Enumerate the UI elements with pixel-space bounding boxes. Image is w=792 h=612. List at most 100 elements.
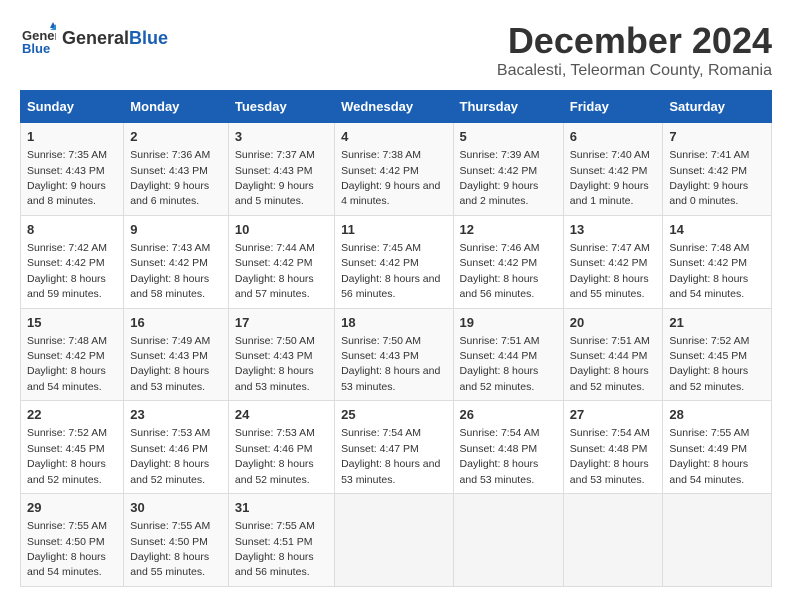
calendar-cell: 15 Sunrise: 7:48 AMSunset: 4:42 PMDayligh… bbox=[21, 308, 124, 401]
calendar-cell: 12 Sunrise: 7:46 AMSunset: 4:42 PMDayligh… bbox=[453, 215, 563, 308]
day-number: 8 bbox=[27, 221, 117, 239]
day-info: Sunrise: 7:43 AMSunset: 4:42 PMDaylight:… bbox=[130, 242, 210, 300]
day-info: Sunrise: 7:35 AMSunset: 4:43 PMDaylight:… bbox=[27, 149, 107, 207]
column-header-saturday: Saturday bbox=[663, 91, 772, 123]
day-info: Sunrise: 7:51 AMSunset: 4:44 PMDaylight:… bbox=[570, 335, 650, 393]
calendar-cell: 8 Sunrise: 7:42 AMSunset: 4:42 PMDaylight… bbox=[21, 215, 124, 308]
day-number: 2 bbox=[130, 128, 222, 146]
calendar-cell bbox=[563, 494, 663, 587]
calendar-cell: 25 Sunrise: 7:54 AMSunset: 4:47 PMDayligh… bbox=[335, 401, 453, 494]
header: General Blue General Blue December 2024 … bbox=[20, 20, 772, 80]
day-number: 20 bbox=[570, 314, 657, 332]
day-info: Sunrise: 7:46 AMSunset: 4:42 PMDaylight:… bbox=[460, 242, 540, 300]
calendar-cell: 7 Sunrise: 7:41 AMSunset: 4:42 PMDaylight… bbox=[663, 123, 772, 216]
day-number: 18 bbox=[341, 314, 446, 332]
day-info: Sunrise: 7:48 AMSunset: 4:42 PMDaylight:… bbox=[669, 242, 749, 300]
day-number: 12 bbox=[460, 221, 557, 239]
calendar-cell: 19 Sunrise: 7:51 AMSunset: 4:44 PMDayligh… bbox=[453, 308, 563, 401]
day-number: 15 bbox=[27, 314, 117, 332]
calendar-cell: 23Sunrise: 7:53 AMSunset: 4:46 PMDayligh… bbox=[124, 401, 229, 494]
calendar-cell: 4 Sunrise: 7:38 AMSunset: 4:42 PMDaylight… bbox=[335, 123, 453, 216]
day-info: Sunrise: 7:52 AMSunset: 4:45 PMDaylight:… bbox=[669, 335, 749, 393]
day-number: 7 bbox=[669, 128, 765, 146]
day-number: 5 bbox=[460, 128, 557, 146]
calendar-cell bbox=[453, 494, 563, 587]
week-row-4: 22Sunrise: 7:52 AMSunset: 4:45 PMDayligh… bbox=[21, 401, 772, 494]
calendar-cell: 24 Sunrise: 7:53 AMSunset: 4:46 PMDayligh… bbox=[228, 401, 334, 494]
day-info: Sunrise: 7:55 AMSunset: 4:50 PMDaylight:… bbox=[130, 520, 210, 578]
calendar-cell: 18Sunrise: 7:50 AMSunset: 4:43 PMDayligh… bbox=[335, 308, 453, 401]
column-header-thursday: Thursday bbox=[453, 91, 563, 123]
day-info: Sunrise: 7:47 AMSunset: 4:42 PMDaylight:… bbox=[570, 242, 650, 300]
day-info: Sunrise: 7:55 AMSunset: 4:50 PMDaylight:… bbox=[27, 520, 107, 578]
calendar-cell: 22Sunrise: 7:52 AMSunset: 4:45 PMDayligh… bbox=[21, 401, 124, 494]
day-info: Sunrise: 7:48 AMSunset: 4:42 PMDaylight:… bbox=[27, 335, 107, 393]
calendar-cell bbox=[663, 494, 772, 587]
calendar-table: SundayMondayTuesdayWednesdayThursdayFrid… bbox=[20, 90, 772, 587]
calendar-cell: 30 Sunrise: 7:55 AMSunset: 4:50 PMDayligh… bbox=[124, 494, 229, 587]
day-number: 4 bbox=[341, 128, 446, 146]
day-number: 10 bbox=[235, 221, 328, 239]
day-number: 6 bbox=[570, 128, 657, 146]
calendar-cell: 6 Sunrise: 7:40 AMSunset: 4:42 PMDaylight… bbox=[563, 123, 663, 216]
calendar-cell: 20 Sunrise: 7:51 AMSunset: 4:44 PMDayligh… bbox=[563, 308, 663, 401]
calendar-cell: 26 Sunrise: 7:54 AMSunset: 4:48 PMDayligh… bbox=[453, 401, 563, 494]
day-info: Sunrise: 7:55 AMSunset: 4:51 PMDaylight:… bbox=[235, 520, 315, 578]
week-row-1: 1Sunrise: 7:35 AMSunset: 4:43 PMDaylight… bbox=[21, 123, 772, 216]
day-info: Sunrise: 7:55 AMSunset: 4:49 PMDaylight:… bbox=[669, 427, 749, 485]
calendar-cell: 13 Sunrise: 7:47 AMSunset: 4:42 PMDayligh… bbox=[563, 215, 663, 308]
day-number: 3 bbox=[235, 128, 328, 146]
day-number: 16 bbox=[130, 314, 222, 332]
day-number: 19 bbox=[460, 314, 557, 332]
column-header-sunday: Sunday bbox=[21, 91, 124, 123]
day-info: Sunrise: 7:53 AMSunset: 4:46 PMDaylight:… bbox=[235, 427, 315, 485]
day-number: 13 bbox=[570, 221, 657, 239]
calendar-cell: 28 Sunrise: 7:55 AMSunset: 4:49 PMDayligh… bbox=[663, 401, 772, 494]
calendar-cell: 16 Sunrise: 7:49 AMSunset: 4:43 PMDayligh… bbox=[124, 308, 229, 401]
day-info: Sunrise: 7:49 AMSunset: 4:43 PMDaylight:… bbox=[130, 335, 210, 393]
page-subtitle: Bacalesti, Teleorman County, Romania bbox=[497, 62, 772, 80]
day-number: 11 bbox=[341, 221, 446, 239]
calendar-cell: 27Sunrise: 7:54 AMSunset: 4:48 PMDayligh… bbox=[563, 401, 663, 494]
calendar-cell: 2Sunrise: 7:36 AMSunset: 4:43 PMDaylight… bbox=[124, 123, 229, 216]
calendar-cell: 17Sunrise: 7:50 AMSunset: 4:43 PMDayligh… bbox=[228, 308, 334, 401]
day-info: Sunrise: 7:52 AMSunset: 4:45 PMDaylight:… bbox=[27, 427, 107, 485]
day-info: Sunrise: 7:54 AMSunset: 4:48 PMDaylight:… bbox=[460, 427, 540, 485]
day-number: 24 bbox=[235, 406, 328, 424]
week-row-5: 29Sunrise: 7:55 AMSunset: 4:50 PMDayligh… bbox=[21, 494, 772, 587]
day-info: Sunrise: 7:45 AMSunset: 4:42 PMDaylight:… bbox=[341, 242, 440, 300]
calendar-cell: 5 Sunrise: 7:39 AMSunset: 4:42 PMDaylight… bbox=[453, 123, 563, 216]
logo-general-text: General bbox=[62, 28, 129, 49]
day-info: Sunrise: 7:37 AMSunset: 4:43 PMDaylight:… bbox=[235, 149, 315, 207]
day-number: 28 bbox=[669, 406, 765, 424]
logo: General Blue General Blue bbox=[20, 20, 168, 56]
day-number: 26 bbox=[460, 406, 557, 424]
day-number: 25 bbox=[341, 406, 446, 424]
day-number: 30 bbox=[130, 499, 222, 517]
week-row-2: 8 Sunrise: 7:42 AMSunset: 4:42 PMDaylight… bbox=[21, 215, 772, 308]
calendar-cell: 1Sunrise: 7:35 AMSunset: 4:43 PMDaylight… bbox=[21, 123, 124, 216]
day-info: Sunrise: 7:39 AMSunset: 4:42 PMDaylight:… bbox=[460, 149, 540, 207]
column-header-wednesday: Wednesday bbox=[335, 91, 453, 123]
title-area: December 2024 Bacalesti, Teleorman Count… bbox=[497, 20, 772, 80]
week-row-3: 15 Sunrise: 7:48 AMSunset: 4:42 PMDayligh… bbox=[21, 308, 772, 401]
day-number: 31 bbox=[235, 499, 328, 517]
day-info: Sunrise: 7:42 AMSunset: 4:42 PMDaylight:… bbox=[27, 242, 107, 300]
logo-icon: General Blue bbox=[20, 20, 56, 56]
day-info: Sunrise: 7:38 AMSunset: 4:42 PMDaylight:… bbox=[341, 149, 440, 207]
calendar-cell: 31 Sunrise: 7:55 AMSunset: 4:51 PMDayligh… bbox=[228, 494, 334, 587]
day-info: Sunrise: 7:41 AMSunset: 4:42 PMDaylight:… bbox=[669, 149, 749, 207]
day-number: 14 bbox=[669, 221, 765, 239]
day-info: Sunrise: 7:40 AMSunset: 4:42 PMDaylight:… bbox=[570, 149, 650, 207]
column-headers: SundayMondayTuesdayWednesdayThursdayFrid… bbox=[21, 91, 772, 123]
day-info: Sunrise: 7:54 AMSunset: 4:47 PMDaylight:… bbox=[341, 427, 440, 485]
column-header-tuesday: Tuesday bbox=[228, 91, 334, 123]
calendar-cell: 9 Sunrise: 7:43 AMSunset: 4:42 PMDaylight… bbox=[124, 215, 229, 308]
day-info: Sunrise: 7:51 AMSunset: 4:44 PMDaylight:… bbox=[460, 335, 540, 393]
column-header-friday: Friday bbox=[563, 91, 663, 123]
day-number: 9 bbox=[130, 221, 222, 239]
day-info: Sunrise: 7:53 AMSunset: 4:46 PMDaylight:… bbox=[130, 427, 210, 485]
calendar-cell: 3 Sunrise: 7:37 AMSunset: 4:43 PMDaylight… bbox=[228, 123, 334, 216]
day-number: 21 bbox=[669, 314, 765, 332]
column-header-monday: Monday bbox=[124, 91, 229, 123]
